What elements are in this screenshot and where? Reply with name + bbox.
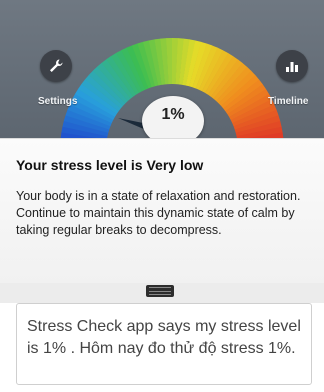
- timeline-label: Timeline: [268, 96, 309, 107]
- bar-chart-icon: [286, 62, 298, 72]
- stress-level-description: Your body is in a state of relaxation an…: [16, 189, 301, 237]
- drag-handle[interactable]: [146, 285, 174, 297]
- settings-button[interactable]: [40, 50, 72, 82]
- settings-label: Settings: [38, 96, 78, 107]
- stress-level-title: Your stress level is Very low: [16, 157, 204, 173]
- timeline-button[interactable]: [276, 50, 308, 82]
- share-message-input[interactable]: Stress Check app says my stress level is…: [16, 303, 312, 385]
- stress-info-card: Your stress level is Very low Your body …: [0, 138, 324, 283]
- wrench-icon: [50, 59, 63, 72]
